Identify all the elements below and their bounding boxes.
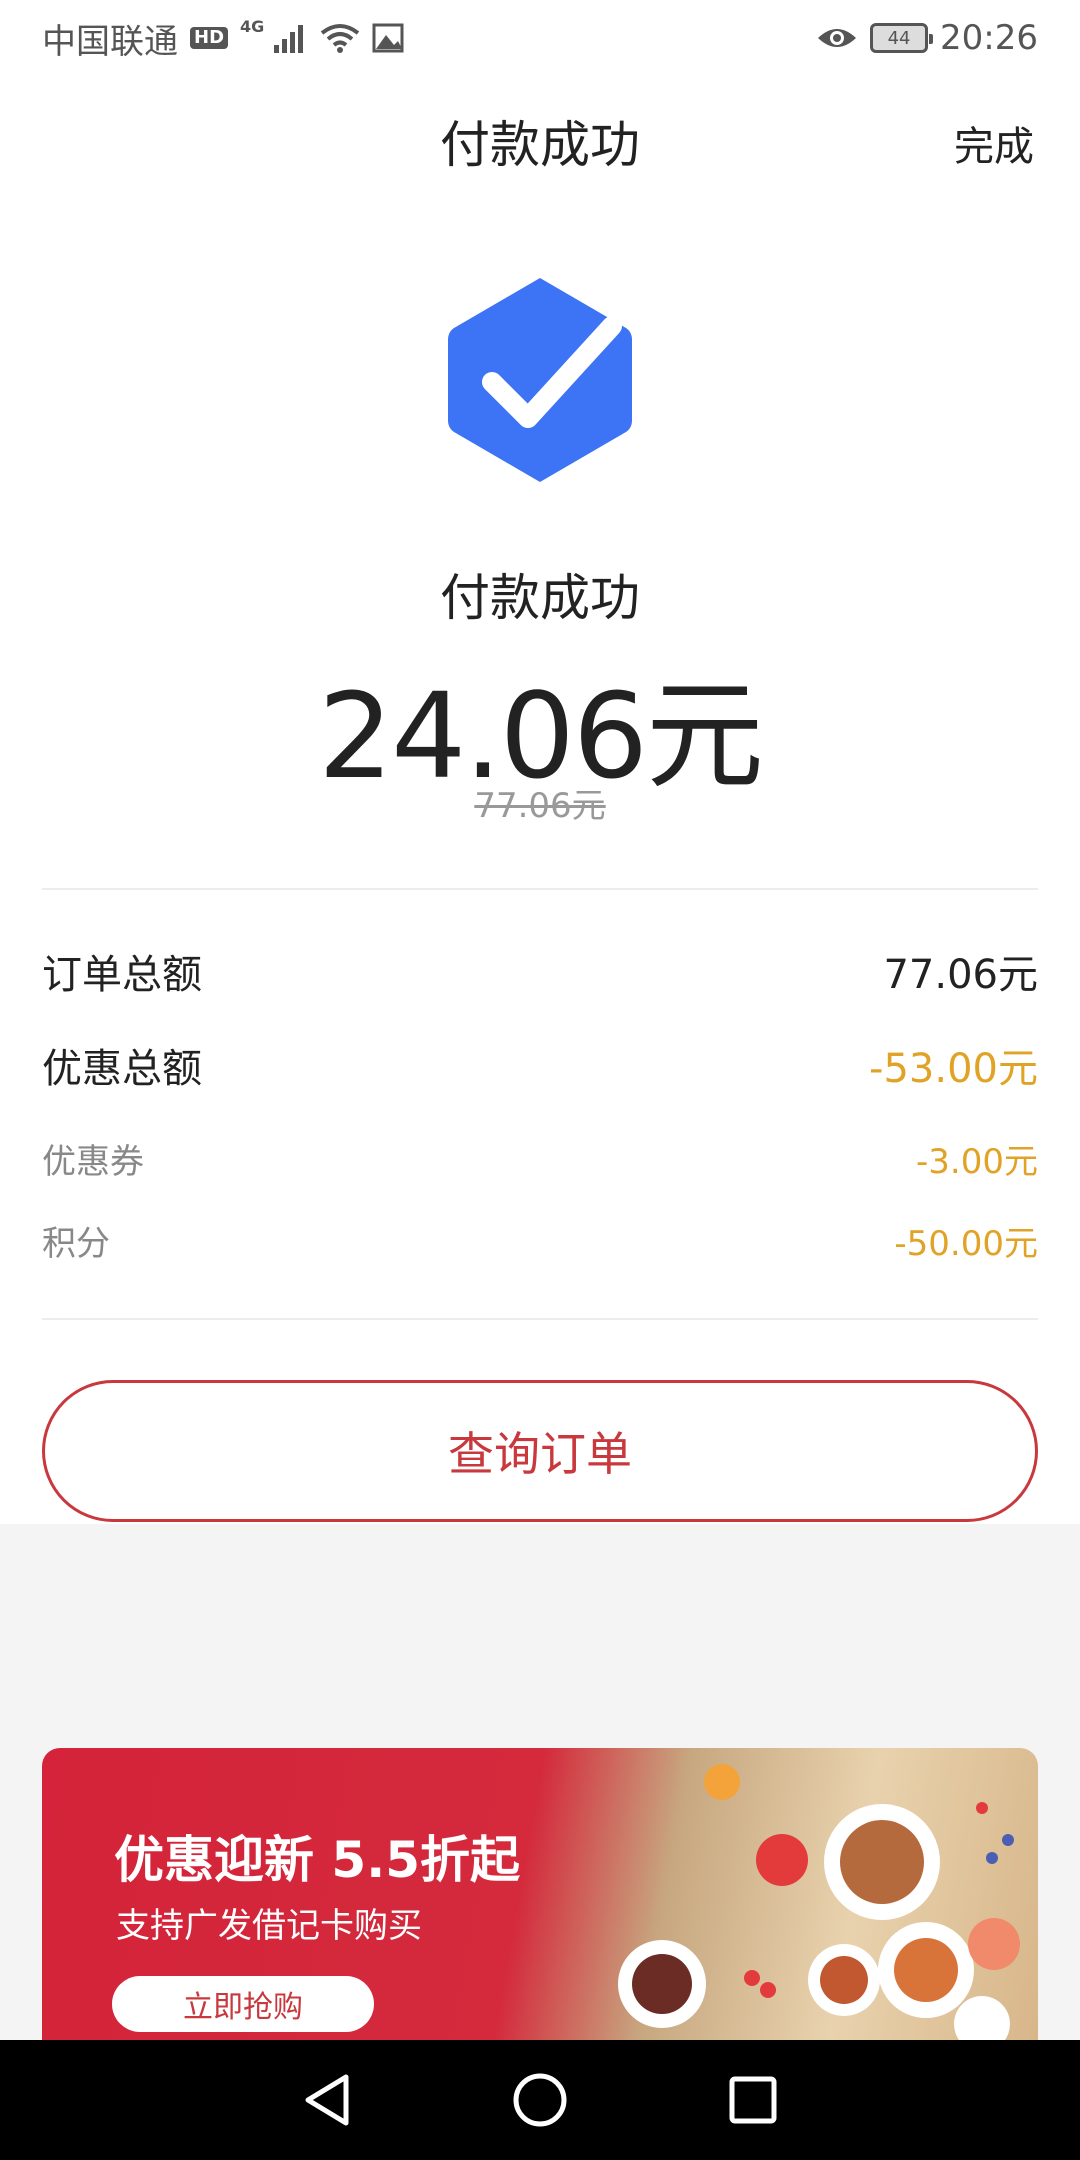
divider — [42, 1318, 1038, 1320]
discount-total-label: 优惠总额 — [42, 1046, 202, 1092]
recents-button[interactable] — [723, 2070, 783, 2130]
success-check-icon — [448, 278, 632, 482]
back-button[interactable] — [297, 2070, 357, 2130]
order-total-label: 订单总额 — [42, 952, 202, 998]
coupon-value: -3.00元 — [916, 1142, 1038, 1182]
home-button[interactable] — [510, 2070, 570, 2130]
network-type: 4G — [240, 16, 265, 36]
clock: 20:26 — [940, 18, 1038, 58]
payment-status-text: 付款成功 — [440, 569, 640, 627]
order-total-row: 订单总额 77.06元 — [42, 942, 1038, 1000]
order-total-value: 77.06元 — [883, 952, 1038, 998]
page-title: 付款成功 — [440, 116, 640, 174]
banner-subtitle: 支持广发借记卡购买 — [116, 1906, 422, 1946]
battery-level: 44 — [887, 27, 911, 49]
carrier-name: 中国联通 — [42, 21, 178, 62]
done-button[interactable]: 完成 — [954, 114, 1034, 172]
recents-square-icon — [729, 2076, 777, 2124]
back-triangle-icon — [305, 2074, 349, 2126]
battery-icon: 44 — [870, 23, 934, 53]
food-illustration — [618, 1764, 1020, 2040]
points-value: -50.00元 — [894, 1224, 1038, 1264]
wifi-icon — [321, 24, 360, 53]
status-bar: 中国联通 HD 4G 44 20:26 — [0, 0, 1080, 76]
hd-badge: HD — [190, 27, 229, 49]
discount-total-row: 优惠总额 -53.00元 — [42, 1036, 1038, 1094]
header: 付款成功 完成 — [0, 96, 1080, 186]
eye-comfort-icon — [818, 29, 857, 47]
points-label: 积分 — [42, 1224, 110, 1264]
coupon-row: 优惠券 -3.00元 — [42, 1134, 1038, 1183]
banner-title: 优惠迎新 5.5折起 — [114, 1831, 520, 1889]
status-left: 中国联通 HD 4G — [42, 14, 404, 63]
discount-total-value: -53.00元 — [869, 1046, 1038, 1092]
promo-banner[interactable]: 优惠迎新 5.5折起 支持广发借记卡购买 立即抢购 — [42, 1748, 1038, 2040]
buy-now-button[interactable]: 立即抢购 — [112, 1976, 374, 2032]
original-amount: 77.06元 — [474, 786, 606, 826]
home-circle-icon — [513, 2073, 567, 2127]
divider — [42, 888, 1038, 890]
status-right: 44 20:26 — [816, 18, 1038, 58]
query-order-button[interactable]: 查询订单 — [42, 1380, 1038, 1522]
coupon-label: 优惠券 — [42, 1142, 144, 1182]
points-row: 积分 -50.00元 — [42, 1216, 1038, 1265]
image-notification-icon — [372, 23, 404, 53]
signal-icon — [274, 25, 304, 53]
system-nav-bar — [0, 2040, 1080, 2160]
